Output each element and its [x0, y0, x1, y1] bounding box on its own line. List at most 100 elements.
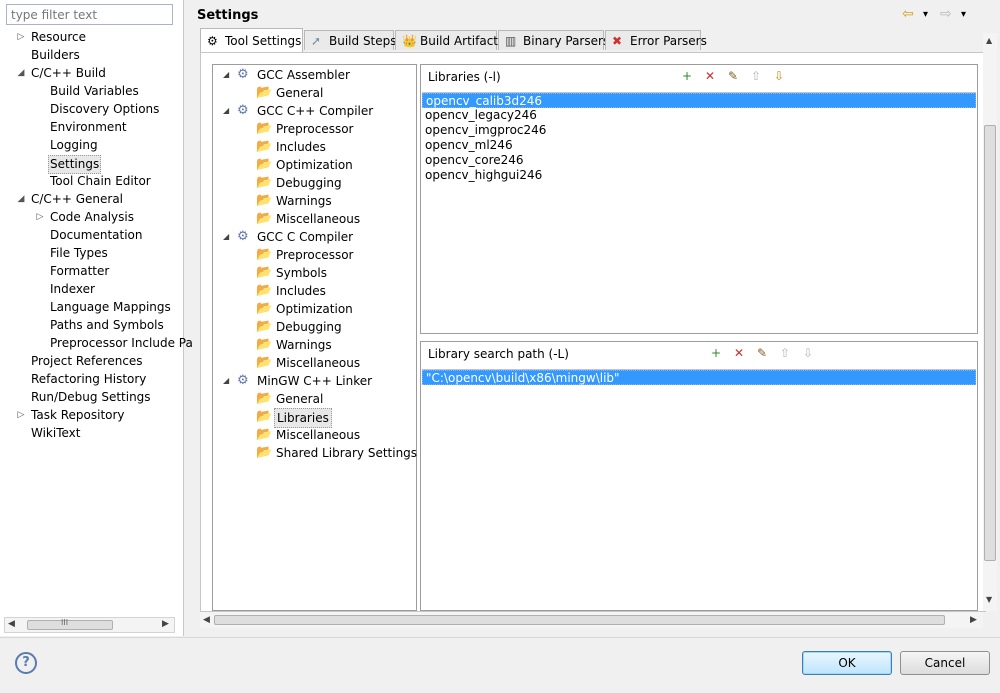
scroll-right-icon[interactable]: ▶ [162, 619, 169, 629]
cancel-button[interactable]: Cancel [900, 651, 990, 675]
delete-icon[interactable]: ✕ [731, 345, 747, 361]
sidebar-item[interactable]: WikiText [29, 425, 83, 442]
sidebar-item[interactable]: Builders [29, 47, 82, 64]
tree-item-label: Shared Library Settings [276, 446, 418, 460]
sidebar-item[interactable]: Preprocessor Include Pa [48, 335, 195, 352]
move-down-icon[interactable]: ⇩ [771, 68, 787, 84]
tool-node[interactable]: ◢ ⚙ MinGW C++ Linker [213, 372, 416, 390]
sidebar-item[interactable]: ◢ C/C++ Build [18, 65, 108, 82]
tool-option-node[interactable]: 📂 Includes [213, 282, 416, 300]
tab-tool-settings[interactable]: ⚙ Tool Settings [200, 28, 303, 52]
back-icon[interactable]: ⇦ [902, 6, 914, 22]
settings-horizontal-scrollbar[interactable]: ◀ ▶ [200, 612, 983, 628]
expand-icon[interactable]: ▷ [16, 29, 26, 46]
delete-icon[interactable]: ✕ [702, 68, 718, 84]
help-icon[interactable]: ? [15, 652, 37, 674]
tool-option-node[interactable]: 📂 Miscellaneous [213, 426, 416, 444]
list-item[interactable]: opencv_calib3d246 [422, 93, 976, 108]
list-item[interactable]: opencv_core246 [422, 153, 976, 168]
tool-option-node[interactable]: 📂 Preprocessor [213, 120, 416, 138]
sidebar-item[interactable]: Discovery Options [48, 101, 161, 118]
tool-option-node[interactable]: 📂 Miscellaneous [213, 354, 416, 372]
expand-icon[interactable]: ▷ [16, 407, 26, 424]
filter-input[interactable] [6, 4, 173, 25]
sidebar-item[interactable]: Logging [48, 137, 100, 154]
forward-icon[interactable]: ⇨ [940, 6, 952, 22]
sidebar-item[interactable]: ▷ Resource [18, 29, 88, 46]
list-item[interactable]: opencv_ml246 [422, 138, 976, 153]
scroll-left-icon[interactable]: ◀ [203, 615, 210, 625]
sidebar-item[interactable]: Paths and Symbols [48, 317, 166, 334]
sidebar-item[interactable]: Formatter [48, 263, 111, 280]
expand-icon[interactable]: ▷ [35, 209, 45, 226]
scroll-down-icon[interactable]: ▼ [986, 595, 992, 604]
folder-settings-icon: 📂 [256, 121, 273, 136]
move-up-icon[interactable]: ⇧ [748, 68, 764, 84]
move-up-icon[interactable]: ⇧ [777, 345, 793, 361]
tab-build-artifact[interactable]: 👑 Build Artifact [395, 30, 498, 50]
tool-node[interactable]: ◢ ⚙ GCC C Compiler [213, 228, 416, 246]
sidebar-item[interactable]: ▷ Code Analysis [37, 209, 136, 226]
back-menu-icon[interactable]: ▾ [923, 9, 928, 20]
tab-binary-parsers[interactable]: ▥ Binary Parsers [498, 30, 609, 50]
scroll-thumb[interactable] [214, 615, 945, 625]
tool-node[interactable]: ◢ ⚙ GCC Assembler [213, 66, 416, 84]
collapse-icon[interactable]: ◢ [223, 228, 233, 246]
add-icon[interactable]: + [708, 345, 724, 361]
sidebar-item[interactable]: Environment [48, 119, 129, 136]
edit-icon[interactable]: ✎ [725, 68, 741, 84]
tool-option-node[interactable]: 📂 Preprocessor [213, 246, 416, 264]
tool-option-node[interactable]: 📂 General [213, 390, 416, 408]
sidebar-item[interactable]: Build Variables [48, 83, 141, 100]
collapse-icon[interactable]: ◢ [16, 65, 26, 82]
tool-option-node[interactable]: 📂 Symbols [213, 264, 416, 282]
sidebar-item[interactable]: File Types [48, 245, 110, 262]
sidebar-item[interactable]: Project References [29, 353, 145, 370]
sidebar-item[interactable]: ▷ Task Repository [18, 407, 127, 424]
tab-error-parsers[interactable]: ✖ Error Parsers [605, 30, 707, 50]
edit-icon[interactable]: ✎ [754, 345, 770, 361]
sidebar-item[interactable]: Settings [48, 155, 102, 174]
scroll-thumb[interactable] [27, 620, 113, 630]
view-menu-icon[interactable]: ▾ [961, 9, 966, 20]
tool-node[interactable]: ◢ ⚙ GCC C++ Compiler [213, 102, 416, 120]
sidebar-item[interactable]: ◢ C/C++ General [18, 191, 125, 208]
add-icon[interactable]: + [679, 68, 695, 84]
scroll-right-icon[interactable]: ▶ [970, 615, 977, 625]
list-item[interactable]: opencv_legacy246 [422, 108, 976, 123]
nav-horizontal-scrollbar[interactable]: ◀ III ▶ [4, 617, 175, 633]
list-item[interactable]: opencv_imgproc246 [422, 123, 976, 138]
list-item[interactable]: "C:\opencv\build\x86\mingw\lib" [422, 370, 976, 385]
sidebar-item[interactable]: Refactoring History [29, 371, 148, 388]
scroll-left-icon[interactable]: ◀ [8, 619, 15, 629]
tool-option-node[interactable]: 📂 Warnings [213, 192, 416, 210]
tool-option-node[interactable]: 📂 Includes [213, 138, 416, 156]
tool-option-node[interactable]: 📂 Miscellaneous [213, 210, 416, 228]
sidebar-item[interactable]: Run/Debug Settings [29, 389, 153, 406]
list-item[interactable]: opencv_highgui246 [422, 168, 976, 183]
tool-option-node[interactable]: 📂 General [213, 84, 416, 102]
collapse-icon[interactable]: ◢ [223, 102, 233, 120]
sidebar-item[interactable]: Documentation [48, 227, 145, 244]
move-down-icon[interactable]: ⇩ [800, 345, 816, 361]
tool-option-node[interactable]: 📂 Libraries [213, 408, 416, 428]
search-path-list[interactable]: "C:\opencv\build\x86\mingw\lib" [422, 369, 976, 609]
settings-vertical-scrollbar[interactable]: ▲ ▼ [983, 33, 997, 611]
collapse-icon[interactable]: ◢ [223, 372, 233, 390]
collapse-icon[interactable]: ◢ [223, 66, 233, 84]
ok-button[interactable]: OK [802, 651, 892, 675]
tool-option-node[interactable]: 📂 Optimization [213, 300, 416, 318]
scroll-thumb[interactable] [984, 125, 996, 561]
collapse-icon[interactable]: ◢ [16, 191, 26, 208]
libraries-list[interactable]: opencv_calib3d246 opencv_legacy246 opencv_… [422, 92, 976, 332]
scroll-up-icon[interactable]: ▲ [986, 36, 992, 45]
sidebar-item[interactable]: Language Mappings [48, 299, 173, 316]
tool-option-node[interactable]: 📂 Warnings [213, 336, 416, 354]
tool-option-node[interactable]: 📂 Shared Library Settings [213, 444, 418, 462]
sidebar-item[interactable]: Tool Chain Editor [48, 173, 153, 190]
tool-option-node[interactable]: 📂 Debugging [213, 318, 416, 336]
tab-build-steps[interactable]: ➚ Build Steps [304, 30, 397, 50]
tool-option-node[interactable]: 📂 Debugging [213, 174, 416, 192]
sidebar-item[interactable]: Indexer [48, 281, 97, 298]
tool-option-node[interactable]: 📂 Optimization [213, 156, 416, 174]
